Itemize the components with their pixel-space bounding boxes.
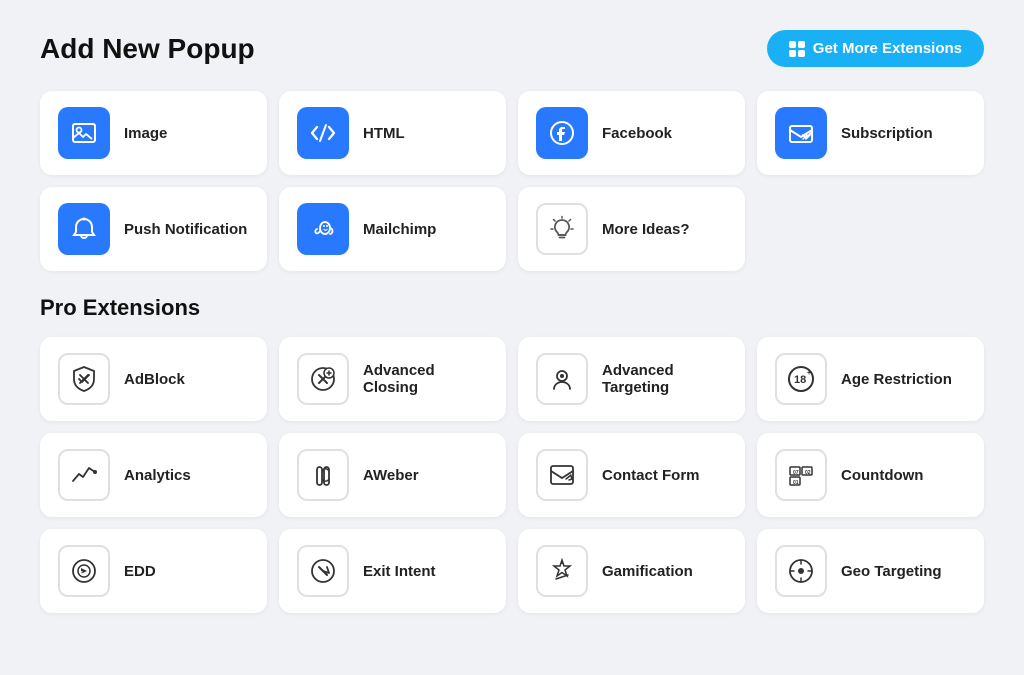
adblock-icon xyxy=(58,353,110,405)
countdown-label: Countdown xyxy=(841,467,923,484)
countdown-icon: 07 02 01 xyxy=(775,449,827,501)
html-icon xyxy=(297,107,349,159)
popup-card-more-ideas[interactable]: More Ideas? xyxy=(518,187,745,271)
svg-text:02: 02 xyxy=(805,470,811,476)
svg-text:07: 07 xyxy=(793,470,799,476)
grid-icon xyxy=(789,41,805,57)
ideas-icon xyxy=(536,203,588,255)
analytics-icon xyxy=(58,449,110,501)
pro-card-countdown[interactable]: 07 02 01 Countdown xyxy=(757,433,984,517)
pro-card-adblock[interactable]: AdBlock xyxy=(40,337,267,421)
popup-card-facebook[interactable]: Facebook xyxy=(518,91,745,175)
age-restriction-label: Age Restriction xyxy=(841,371,952,388)
svg-text:18: 18 xyxy=(794,374,806,386)
aweber-label: AWeber xyxy=(363,467,419,484)
svg-text:$: $ xyxy=(80,571,83,577)
push-icon xyxy=(58,203,110,255)
pro-card-age-restriction[interactable]: 18 + Age Restriction xyxy=(757,337,984,421)
pro-card-exit-intent[interactable]: Exit Intent xyxy=(279,529,506,613)
popup-card-image[interactable]: Image xyxy=(40,91,267,175)
facebook-label: Facebook xyxy=(602,125,672,142)
image-label: Image xyxy=(124,125,167,142)
html-label: HTML xyxy=(363,125,405,142)
gamification-icon xyxy=(536,545,588,597)
svg-text:+: + xyxy=(807,370,811,377)
popup-cards-grid: Image HTML Facebook Subscription Push No… xyxy=(40,91,984,271)
exit-intent-icon xyxy=(297,545,349,597)
mailchimp-label: Mailchimp xyxy=(363,221,436,238)
advanced-closing-icon xyxy=(297,353,349,405)
popup-card-subscription[interactable]: Subscription xyxy=(757,91,984,175)
popup-card-push-notification[interactable]: Push Notification xyxy=(40,187,267,271)
geo-targeting-icon xyxy=(775,545,827,597)
mailchimp-icon xyxy=(297,203,349,255)
pro-card-contact-form[interactable]: Contact Form xyxy=(518,433,745,517)
exit-intent-label: Exit Intent xyxy=(363,563,436,580)
subscription-icon xyxy=(775,107,827,159)
more-ideas-label: More Ideas? xyxy=(602,221,690,238)
pro-card-edd[interactable]: $ EDD xyxy=(40,529,267,613)
subscription-label: Subscription xyxy=(841,125,933,142)
analytics-label: Analytics xyxy=(124,467,191,484)
adblock-label: AdBlock xyxy=(124,371,185,388)
gamification-label: Gamification xyxy=(602,563,693,580)
edd-icon: $ xyxy=(58,545,110,597)
facebook-icon xyxy=(536,107,588,159)
advanced-targeting-label: Advanced Targeting xyxy=(602,362,727,396)
popup-card-mailchimp[interactable]: Mailchimp xyxy=(279,187,506,271)
pro-extensions-title: Pro Extensions xyxy=(40,295,984,321)
pro-card-advanced-targeting[interactable]: Advanced Targeting xyxy=(518,337,745,421)
contact-form-label: Contact Form xyxy=(602,467,700,484)
pro-card-advanced-closing[interactable]: Advanced Closing xyxy=(279,337,506,421)
aweber-icon xyxy=(297,449,349,501)
advanced-closing-label: Advanced Closing xyxy=(363,362,488,396)
pro-card-analytics[interactable]: Analytics xyxy=(40,433,267,517)
push-notification-label: Push Notification xyxy=(124,221,247,238)
pro-card-geo-targeting[interactable]: Geo Targeting xyxy=(757,529,984,613)
popup-card-html[interactable]: HTML xyxy=(279,91,506,175)
edd-label: EDD xyxy=(124,563,156,580)
get-more-extensions-button[interactable]: Get More Extensions xyxy=(767,30,984,67)
advanced-targeting-icon xyxy=(536,353,588,405)
pro-card-aweber[interactable]: AWeber xyxy=(279,433,506,517)
pro-card-gamification[interactable]: Gamification xyxy=(518,529,745,613)
geo-targeting-label: Geo Targeting xyxy=(841,563,942,580)
contact-form-icon xyxy=(536,449,588,501)
pro-cards-grid: AdBlock Advanced Closing Advanced Target… xyxy=(40,337,984,613)
page-title: Add New Popup xyxy=(40,33,255,65)
image-icon xyxy=(58,107,110,159)
svg-text:01: 01 xyxy=(793,480,799,486)
age-restriction-icon: 18 + xyxy=(775,353,827,405)
